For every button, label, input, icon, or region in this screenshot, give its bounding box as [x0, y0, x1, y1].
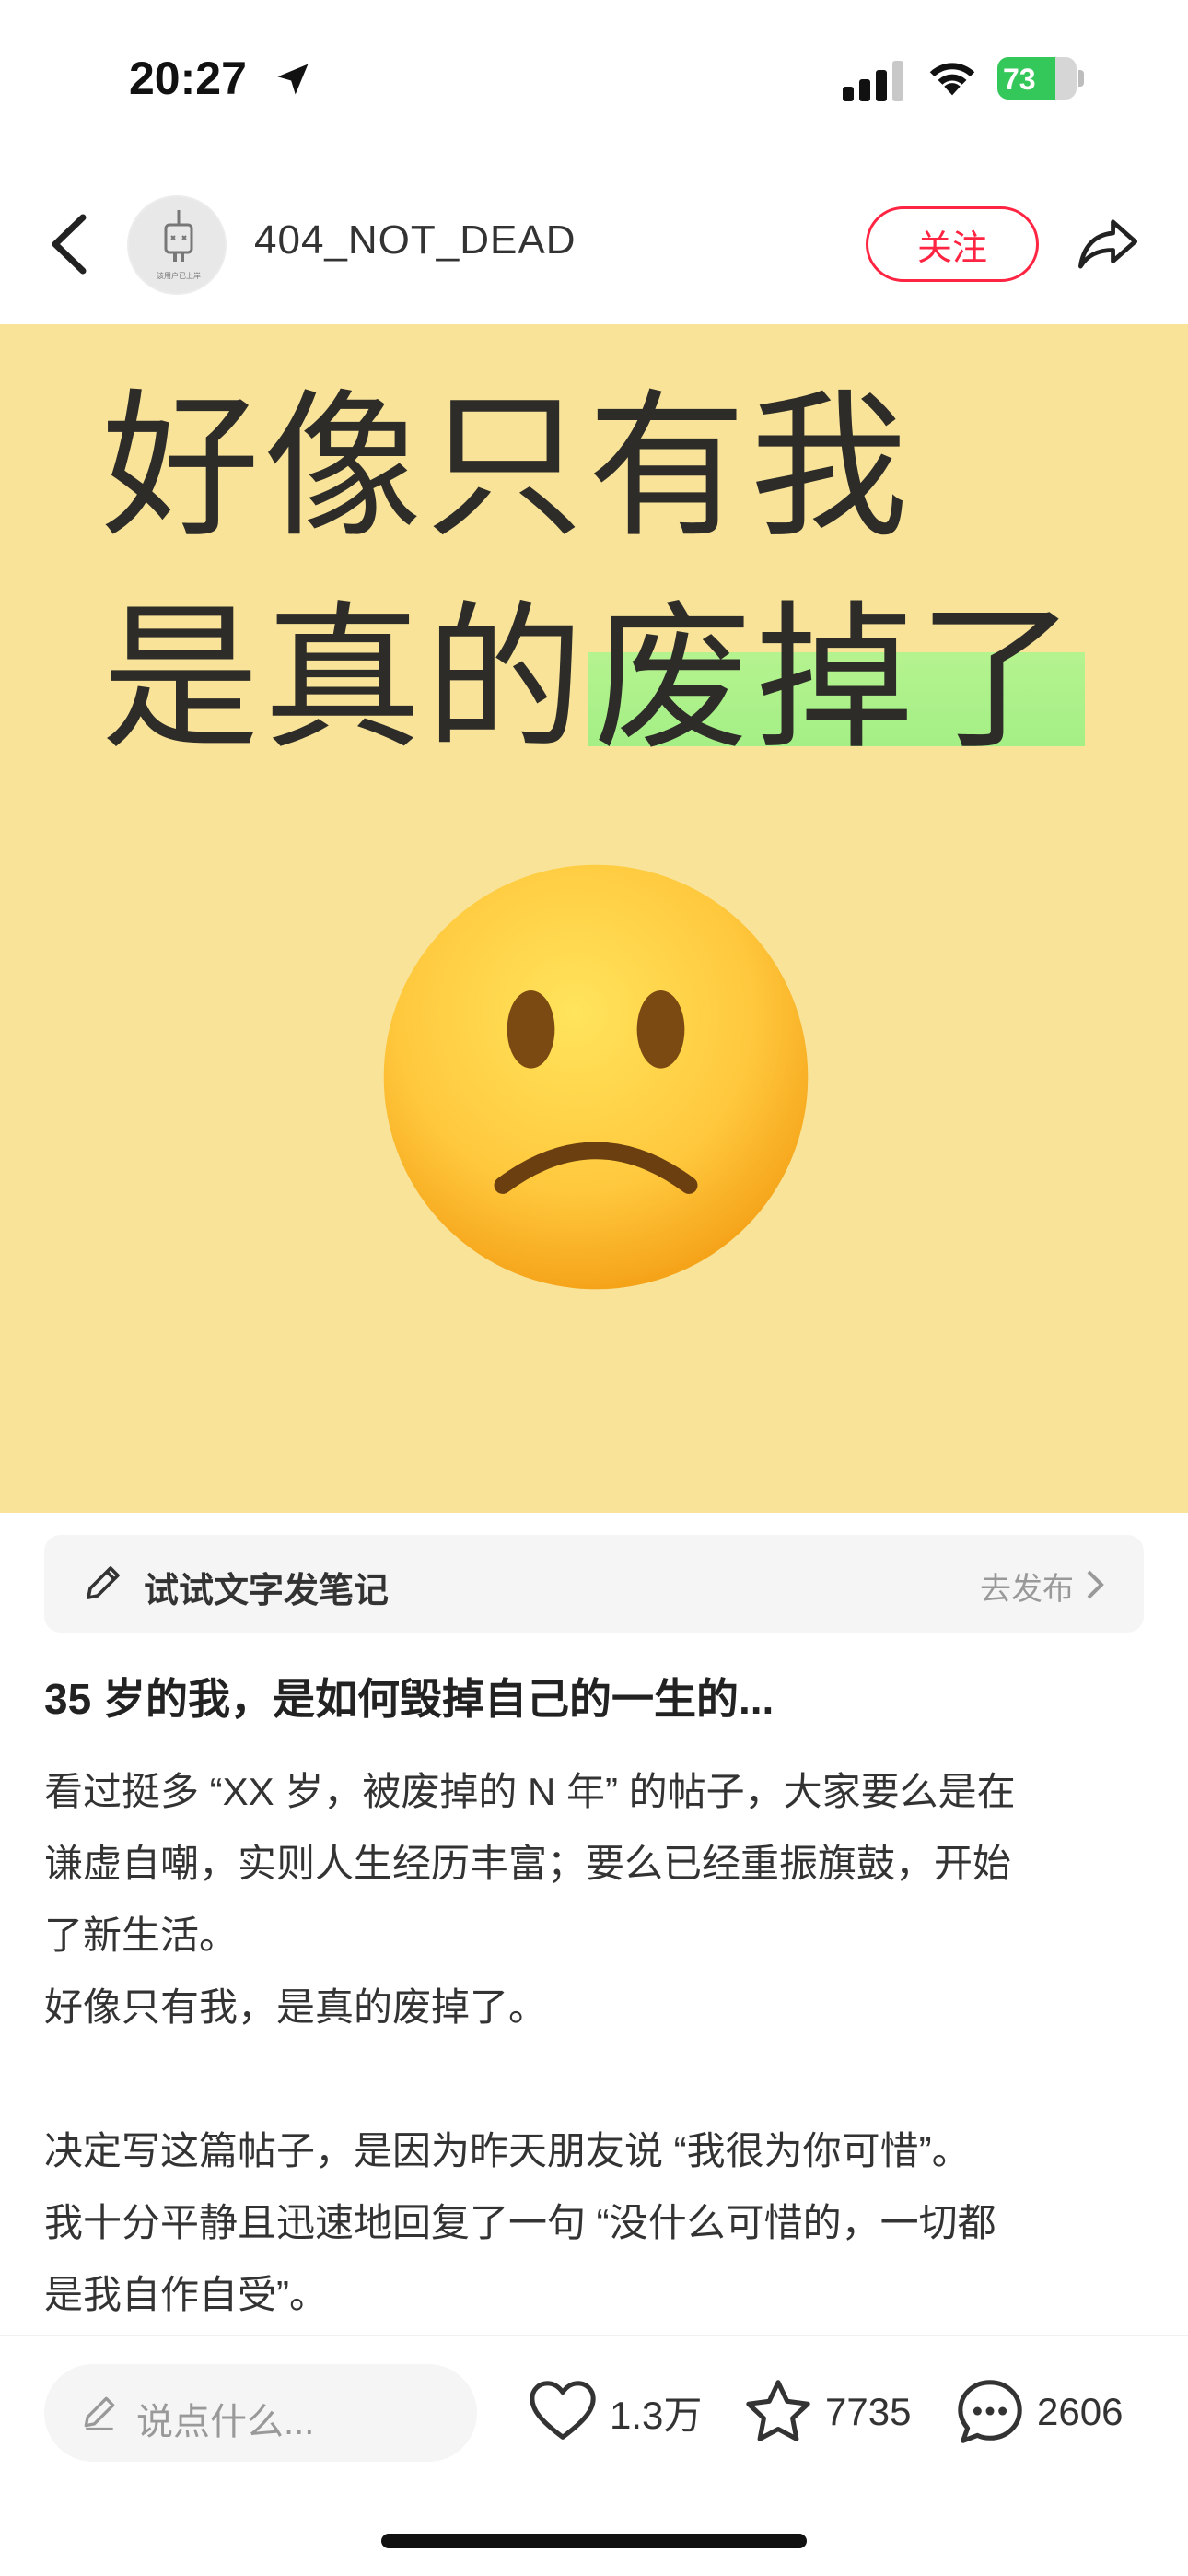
post-body-line: 好像只有我，是真的废掉了。: [44, 1985, 548, 2029]
back-chevron-icon[interactable]: [46, 212, 92, 276]
status-time: 20:27: [129, 53, 247, 104]
collect-count: 7735: [825, 2390, 912, 2433]
bottom-action-bar: 说点什么... 1.3万 7735 2606: [0, 2335, 1188, 2576]
post-body-line: [44, 2043, 1149, 2115]
pencil-icon: [84, 2396, 115, 2430]
post-body-line: 决定写这篇帖子，是因为昨天朋友说 “我很为你可惜”。: [44, 2129, 971, 2172]
comment-placeholder: 说点什么...: [136, 2402, 315, 2442]
post-image[interactable]: 好像只有我 是真的废掉了: [0, 324, 1188, 1513]
home-indicator[interactable]: [381, 2534, 807, 2548]
like-button[interactable]: 1.3万: [527, 2375, 702, 2449]
battery-percent: 73: [1003, 63, 1036, 96]
post-header: 该用户已上岸 404_NOT_DEAD 关注: [0, 184, 1188, 322]
post-body: 看过挺多 “XX 岁，被废掉的 N 年” 的帖子，大家要么是在 谦虚自嘲，实则人…: [44, 1756, 1149, 2331]
text-note-suggestion-bar[interactable]: 试试文字发笔记 去发布: [44, 1535, 1144, 1633]
share-icon[interactable]: [1074, 210, 1142, 278]
comment-button[interactable]: 2606: [954, 2375, 1123, 2449]
chevron-right-icon: [1087, 1570, 1104, 1599]
headline-line-2: 是真的废掉了: [101, 573, 1085, 785]
comment-count: 2606: [1037, 2390, 1124, 2433]
post-title: 35 岁的我，是如何毁掉自己的一生的...: [44, 1675, 775, 1723]
follow-button[interactable]: 关注: [866, 206, 1039, 282]
avatar-caption: 该用户已上岸: [157, 271, 201, 280]
avatar-plug-icon: 该用户已上岸: [129, 197, 225, 293]
cellular-signal-icon: [843, 61, 903, 101]
wifi-icon: [929, 63, 975, 96]
comment-input[interactable]: 说点什么...: [44, 2364, 477, 2462]
collect-button[interactable]: 7735: [742, 2375, 911, 2449]
heart-icon: [530, 2381, 596, 2440]
headline-line-1: 好像只有我: [101, 379, 912, 556]
headline-highlight: 废掉了: [588, 591, 1085, 767]
author-username[interactable]: 404_NOT_DEAD: [254, 217, 576, 263]
star-icon: [746, 2380, 810, 2441]
battery-icon: 73: [997, 57, 1084, 100]
post-body-line: 看过挺多 “XX 岁，被废掉的 N 年” 的帖子，大家要么是在: [44, 1770, 1016, 1813]
publish-link[interactable]: 去发布: [980, 1563, 1074, 1609]
post-body-line: 我十分平静且迅速地回复了一句 “没什么可惜的，一切都: [44, 2201, 996, 2244]
pencil-icon: [87, 1566, 120, 1599]
status-bar: 20:27 73: [0, 0, 1188, 157]
avatar[interactable]: 该用户已上岸: [127, 195, 227, 295]
post-body-line: 谦虚自嘲，实则人生经历丰富；要么已经重振旗鼓，开始: [44, 1842, 1012, 1885]
suggestion-label: 试试文字发笔记: [144, 1572, 390, 1610]
headline-line-2-plain: 是真的: [101, 591, 588, 767]
location-arrow-icon: [277, 64, 309, 95]
post-body-line: 是我自作自受”。: [44, 2273, 328, 2316]
image-headline: 好像只有我 是真的废掉了: [101, 361, 1085, 785]
like-count: 1.3万: [610, 2393, 703, 2437]
slightly-frowning-face-emoji: [383, 864, 809, 1290]
comment-bubble-icon: [958, 2380, 1022, 2443]
post-body-line: 了新生活。: [44, 1914, 239, 1957]
